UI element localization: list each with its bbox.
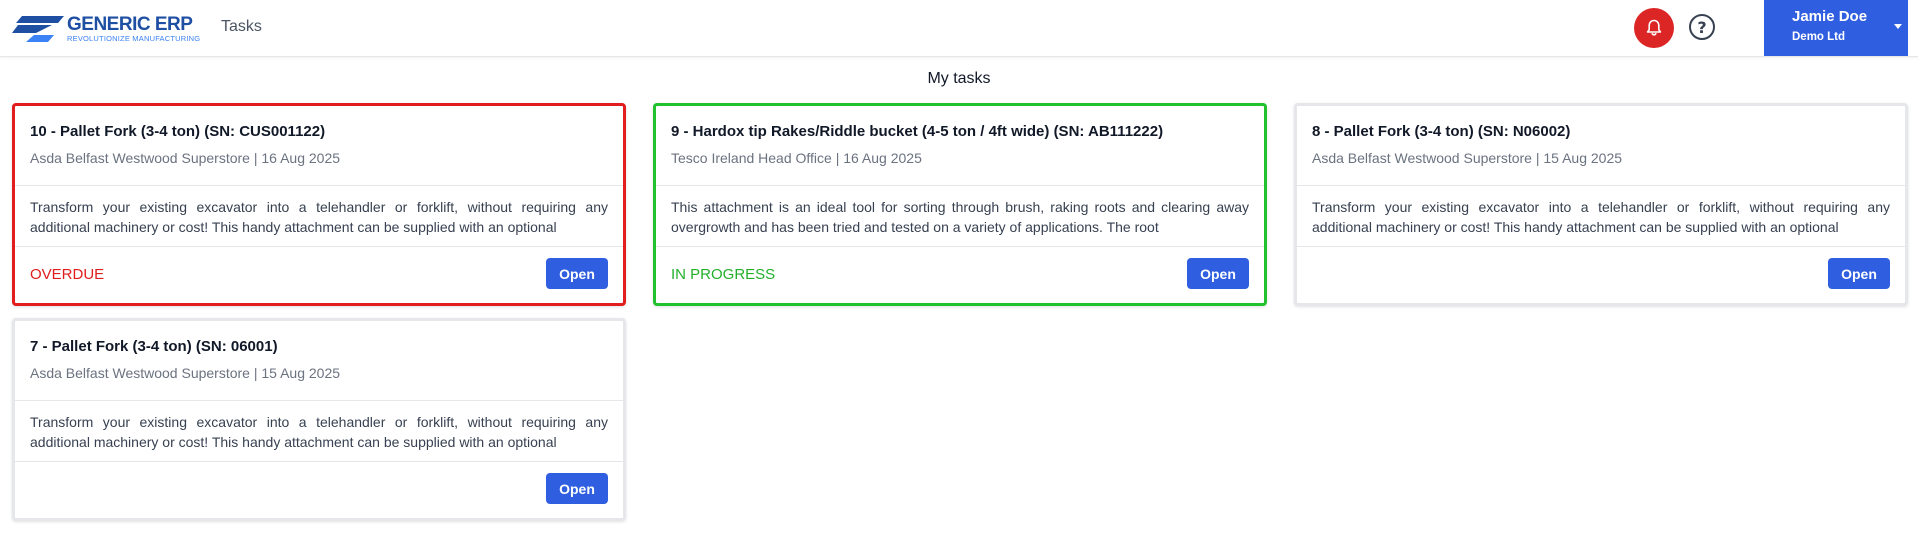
logo-text: GENERIC ERP xyxy=(67,14,193,35)
task-card: 7 - Pallet Fork (3-4 ton) (SN: 06001) As… xyxy=(12,318,626,521)
task-card-footer: Open xyxy=(1297,247,1905,303)
task-description: Transform your existing excavator into a… xyxy=(30,414,608,450)
task-card-header: 7 - Pallet Fork (3-4 ton) (SN: 06001) As… xyxy=(15,321,623,401)
task-card-header: 8 - Pallet Fork (3-4 ton) (SN: N06002) A… xyxy=(1297,106,1905,186)
task-card-header: 9 - Hardox tip Rakes/Riddle bucket (4-5 … xyxy=(656,106,1264,186)
logo-tagline: REVOLUTIONIZE MANUFACTURING xyxy=(67,34,201,43)
app-logo[interactable]: GENERIC ERP REVOLUTIONIZE MANUFACTURING xyxy=(12,14,202,46)
user-menu[interactable]: Jamie Doe Demo Ltd xyxy=(1764,0,1908,56)
help-button[interactable]: ? xyxy=(1689,14,1715,40)
task-subtitle: Asda Belfast Westwood Superstore | 15 Au… xyxy=(30,365,341,381)
task-subtitle: Tesco Ireland Head Office | 16 Aug 2025 xyxy=(671,150,922,166)
task-title: 9 - Hardox tip Rakes/Riddle bucket (4-5 … xyxy=(671,123,1164,140)
open-task-button[interactable]: Open xyxy=(546,258,608,289)
open-task-button[interactable]: Open xyxy=(546,473,608,504)
task-title: 8 - Pallet Fork (3-4 ton) (SN: N06002) xyxy=(1312,123,1571,140)
user-name: Jamie Doe xyxy=(1792,8,1868,25)
task-status: IN PROGRESS xyxy=(671,266,776,283)
task-card: 10 - Pallet Fork (3-4 ton) (SN: CUS00112… xyxy=(12,103,626,306)
task-card-body: Transform your existing excavator into a… xyxy=(15,401,623,462)
task-card-body: This attachment is an ideal tool for sor… xyxy=(656,186,1264,247)
nav-tasks-link[interactable]: Tasks xyxy=(221,18,262,36)
user-company: Demo Ltd xyxy=(1792,31,1846,43)
task-card-footer: OVERDUE Open xyxy=(15,247,623,303)
bell-icon xyxy=(1646,19,1662,36)
task-description: Transform your existing excavator into a… xyxy=(30,199,608,235)
task-description: Transform your existing excavator into a… xyxy=(1312,199,1890,235)
logo-mark-icon xyxy=(12,16,64,42)
task-card: 8 - Pallet Fork (3-4 ton) (SN: N06002) A… xyxy=(1294,103,1908,306)
open-task-button[interactable]: Open xyxy=(1828,258,1890,289)
task-card-footer: IN PROGRESS Open xyxy=(656,247,1264,303)
task-card-body: Transform your existing excavator into a… xyxy=(1297,186,1905,247)
task-card-footer: Open xyxy=(15,462,623,518)
task-status: OVERDUE xyxy=(30,266,105,283)
task-title: 7 - Pallet Fork (3-4 ton) (SN: 06001) xyxy=(30,338,278,355)
task-card-header: 10 - Pallet Fork (3-4 ton) (SN: CUS00112… xyxy=(15,106,623,186)
top-bar: GENERIC ERP REVOLUTIONIZE MANUFACTURING … xyxy=(0,0,1918,57)
task-card: 9 - Hardox tip Rakes/Riddle bucket (4-5 … xyxy=(653,103,1267,306)
task-subtitle: Asda Belfast Westwood Superstore | 15 Au… xyxy=(1312,150,1623,166)
caret-down-icon xyxy=(1894,24,1902,29)
page-title: My tasks xyxy=(927,70,991,87)
task-card-body: Transform your existing excavator into a… xyxy=(15,186,623,247)
task-title: 10 - Pallet Fork (3-4 ton) (SN: CUS00112… xyxy=(30,123,326,140)
notifications-button[interactable] xyxy=(1634,8,1674,48)
open-task-button[interactable]: Open xyxy=(1187,258,1249,289)
task-subtitle: Asda Belfast Westwood Superstore | 16 Au… xyxy=(30,150,341,166)
task-description: This attachment is an ideal tool for sor… xyxy=(671,199,1249,235)
question-icon: ? xyxy=(1697,17,1707,37)
